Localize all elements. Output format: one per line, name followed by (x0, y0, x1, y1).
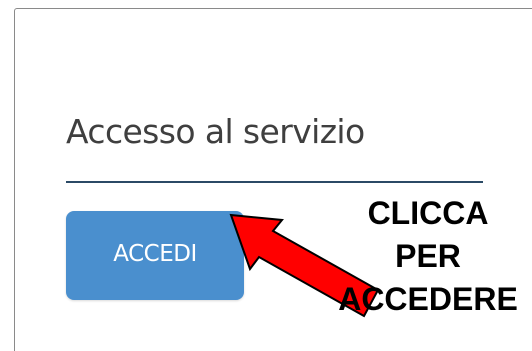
annotation-line-1: CLICCA (367, 195, 489, 231)
annotation-callout: CLICCA PER ACCEDERE (328, 192, 528, 321)
annotation-line-2: PER (395, 238, 461, 274)
annotation-line-3: ACCEDERE (338, 281, 518, 317)
screenshot-stage: Accesso al servizio ACCEDI CLICCA PER AC… (0, 0, 532, 351)
